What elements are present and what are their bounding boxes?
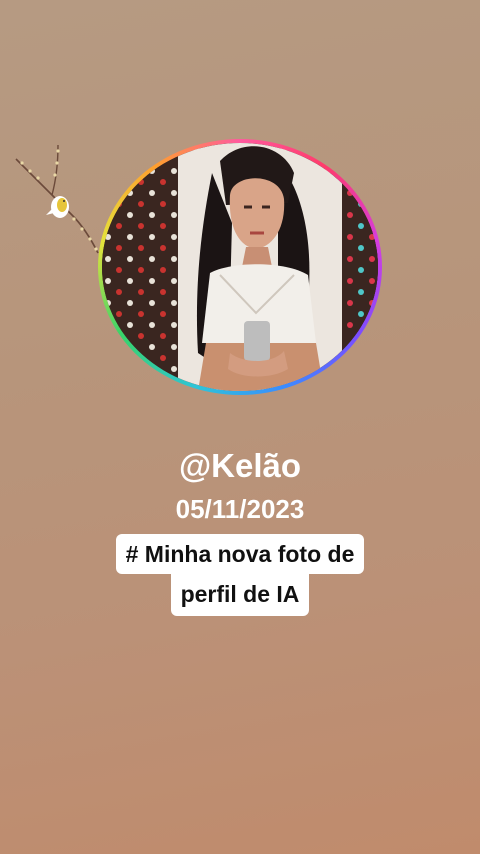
caption-line-2: perfil de IA (170, 574, 310, 616)
username: @Kelão (178, 447, 302, 484)
profile-avatar (98, 139, 382, 395)
caption-line-1: # Minha nova foto de (115, 534, 365, 574)
post-date: 05/11/2023 (175, 494, 305, 524)
caption: # Minha nova foto de perfil de IA (0, 534, 480, 616)
bird-on-branch-icon (15, 145, 99, 254)
avatar-image (102, 143, 378, 391)
